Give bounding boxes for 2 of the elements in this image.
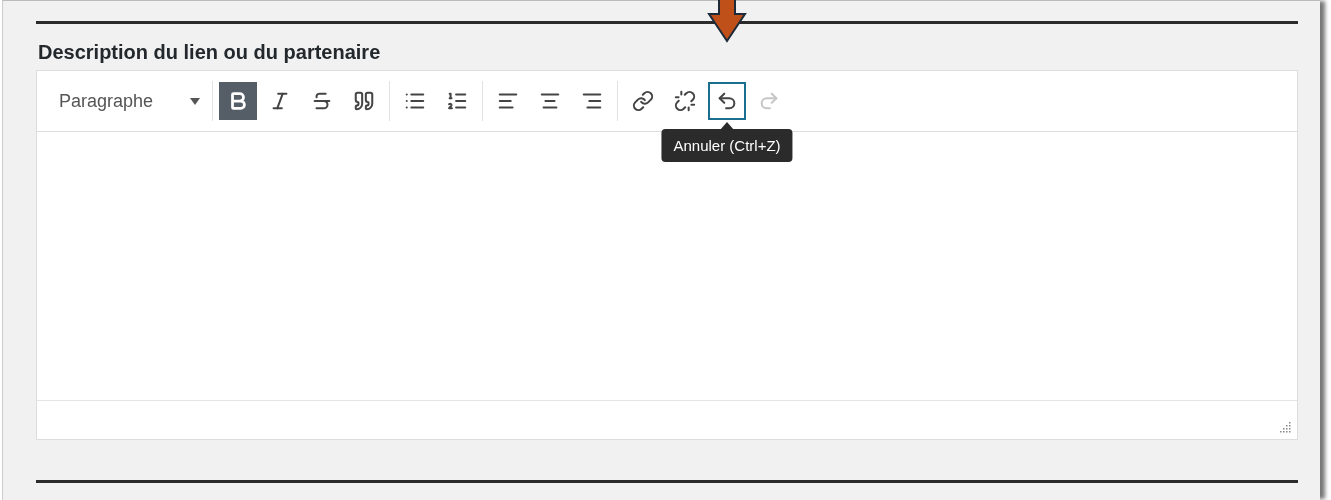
tooltip: Annuler (Ctrl+Z) bbox=[661, 129, 793, 162]
field-label: Description du lien ou du partenaire bbox=[37, 40, 382, 65]
